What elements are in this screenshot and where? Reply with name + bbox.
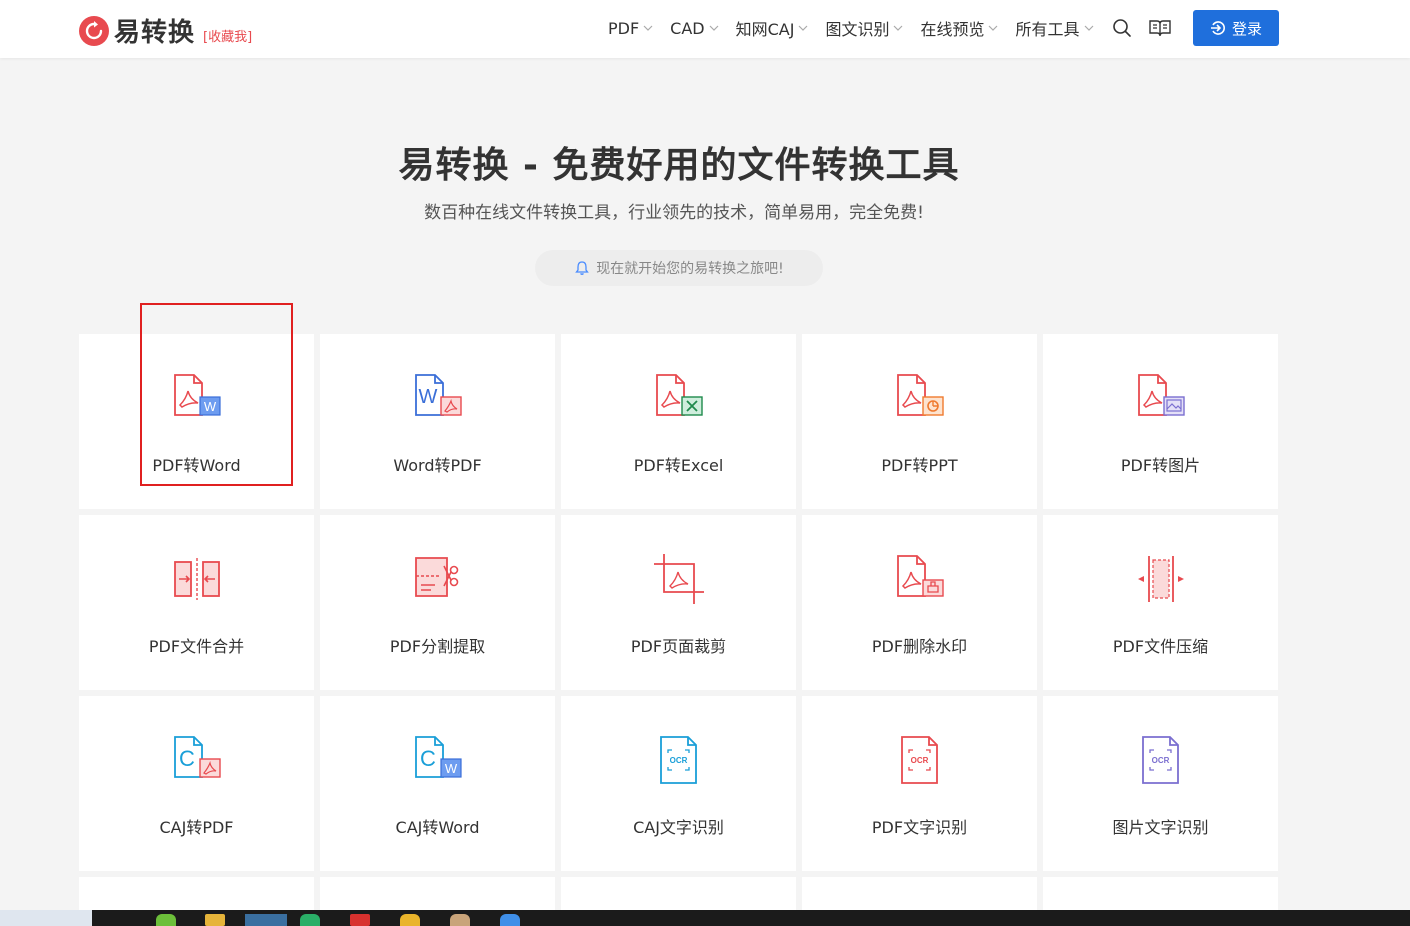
tool-label: PDF转图片 [1120, 456, 1201, 475]
nav-preview[interactable]: 在线预览 [920, 17, 998, 39]
page-subtitle: 数百种在线文件转换工具，行业领先的技术，简单易用，完全免费! [424, 203, 924, 223]
tool-card-pdf-merge[interactable]: PDF文件合并 [79, 515, 314, 690]
taskbar-folder-icon[interactable] [205, 914, 225, 926]
svg-text:W: W [418, 386, 437, 408]
taskbar-app-icon[interactable] [156, 914, 176, 926]
tool-label: PDF文件合并 [148, 637, 245, 656]
main-nav: PDF CAD 知网CAJ 图文识别 在线预览 所有工具 [608, 17, 1187, 39]
caj-to-pdf-icon: C [173, 736, 221, 778]
tool-label: PDF文字识别 [871, 818, 968, 837]
caj-to-word-icon: C W [414, 736, 462, 778]
tool-label: PDF转Excel [633, 456, 724, 475]
logo-refresh-icon [79, 15, 109, 46]
tool-card-word-to-pdf[interactable]: W Word转PDF [320, 334, 555, 509]
nav-caj[interactable]: 知网CAJ [736, 17, 809, 39]
chevron-down-icon [1084, 25, 1093, 31]
pdf-merge-icon [173, 558, 220, 600]
bell-icon [575, 261, 589, 275]
pdf-split-icon [414, 557, 458, 597]
nav-cad[interactable]: CAD [670, 17, 719, 39]
tool-label: PDF转PPT [881, 456, 958, 475]
nav-label: 在线预览 [920, 20, 985, 39]
tool-label: CAJ文字识别 [633, 818, 724, 837]
start-journey-pill[interactable]: 现在就开始您的易转换之旅吧! [535, 250, 823, 286]
tool-card-image-ocr[interactable]: OCR 图片文字识别 [1043, 696, 1278, 871]
tool-card-caj-ocr[interactable]: OCR CAJ文字识别 [561, 696, 796, 871]
tool-label: 图片文字识别 [1112, 818, 1209, 837]
top-header: 易转换 [收藏我] PDF CAD 知网CAJ 图文识别 在线预览 所有工具 登… [0, 0, 1410, 58]
tool-label: Word转PDF [393, 456, 482, 475]
tool-label: PDF转Word [152, 456, 241, 475]
tool-card-caj-to-pdf[interactable]: C CAJ转PDF [79, 696, 314, 871]
chevron-down-icon [989, 25, 998, 31]
chevron-down-icon [643, 25, 653, 31]
nav-label: CAD [670, 18, 705, 38]
image-ocr-icon: OCR [1141, 736, 1179, 784]
tool-card-pdf-crop[interactable]: PDF页面裁剪 [561, 515, 796, 690]
pdf-crop-icon [653, 554, 704, 604]
pdf-to-ppt-icon [896, 374, 944, 416]
start-journey-text: 现在就开始您的易转换之旅吧! [596, 261, 784, 277]
tool-card-pdf-split[interactable]: PDF分割提取 [320, 515, 555, 690]
svg-text:OCR: OCR [910, 756, 928, 765]
pdf-to-image-icon [1137, 374, 1185, 416]
pdf-compress-icon [1137, 556, 1184, 602]
pdf-to-word-icon: W [173, 374, 221, 416]
add-favorite-link[interactable]: [收藏我] [203, 26, 252, 45]
login-button[interactable]: 登录 [1193, 10, 1279, 46]
site-logo[interactable]: 易转换 [收藏我] [79, 12, 252, 49]
taskbar-app-icon[interactable] [350, 914, 370, 926]
os-taskbar [0, 910, 1410, 926]
nav-ocr[interactable]: 图文识别 [825, 17, 903, 39]
taskbar-app-icon[interactable] [450, 914, 470, 926]
tool-card-pdf-to-word[interactable]: W PDF转Word [79, 334, 314, 509]
tool-card-caj-to-word[interactable]: C W CAJ转Word [320, 696, 555, 871]
tool-label: CAJ转PDF [159, 818, 234, 837]
nav-label: 所有工具 [1015, 20, 1080, 39]
taskbar-chrome-icon[interactable] [400, 914, 420, 926]
nav-all-tools[interactable]: 所有工具 [1015, 17, 1093, 39]
tool-label: CAJ转Word [395, 818, 480, 837]
tool-card-pdf-to-excel[interactable]: PDF转Excel [561, 334, 796, 509]
chevron-down-icon [709, 25, 719, 31]
svg-text:W: W [444, 761, 457, 776]
logo-text: 易转换 [114, 18, 196, 48]
chevron-down-icon [799, 25, 808, 31]
tool-label: PDF分割提取 [389, 637, 486, 656]
taskbar-wechat-icon[interactable] [300, 914, 320, 926]
pdf-remove-watermark-icon [896, 555, 944, 597]
svg-text:W: W [203, 399, 216, 414]
search-icon[interactable] [1111, 17, 1133, 39]
nav-pdf[interactable]: PDF [608, 17, 653, 39]
tool-grid: W PDF转Word W Word转PDF PDF转Excel PDF转PPT … [79, 334, 1279, 917]
login-label: 登录 [1231, 19, 1262, 38]
taskbar-browser-icon[interactable] [245, 914, 287, 926]
tool-label: PDF页面裁剪 [630, 637, 727, 656]
tool-card-pdf-to-image[interactable]: PDF转图片 [1043, 334, 1278, 509]
tool-card-pdf-compress[interactable]: PDF文件压缩 [1043, 515, 1278, 690]
taskbar-start-area[interactable] [0, 910, 92, 926]
caj-ocr-icon: OCR [659, 736, 697, 784]
nav-label: 知网CAJ [735, 20, 795, 39]
pdf-ocr-icon: OCR [900, 736, 938, 784]
chevron-down-icon [894, 25, 903, 31]
page-title: 易转换 - 免费好用的文件转换工具 [398, 145, 960, 186]
svg-text:C: C [420, 746, 436, 771]
svg-text:C: C [179, 746, 195, 771]
svg-text:OCR: OCR [1151, 756, 1169, 765]
nav-label: 图文识别 [825, 20, 890, 39]
login-icon [1210, 21, 1225, 35]
tool-card-pdf-ocr[interactable]: OCR PDF文字识别 [802, 696, 1037, 871]
word-to-pdf-icon: W [414, 374, 462, 416]
svg-text:OCR: OCR [669, 756, 687, 765]
pdf-to-excel-icon [655, 374, 703, 416]
book-icon[interactable] [1148, 17, 1171, 39]
tool-card-pdf-remove-watermark[interactable]: PDF删除水印 [802, 515, 1037, 690]
nav-label: PDF [608, 18, 640, 38]
tool-label: PDF删除水印 [871, 637, 968, 656]
tool-label: PDF文件压缩 [1112, 637, 1209, 656]
taskbar-app-icon[interactable] [500, 914, 520, 926]
tool-card-pdf-to-ppt[interactable]: PDF转PPT [802, 334, 1037, 509]
